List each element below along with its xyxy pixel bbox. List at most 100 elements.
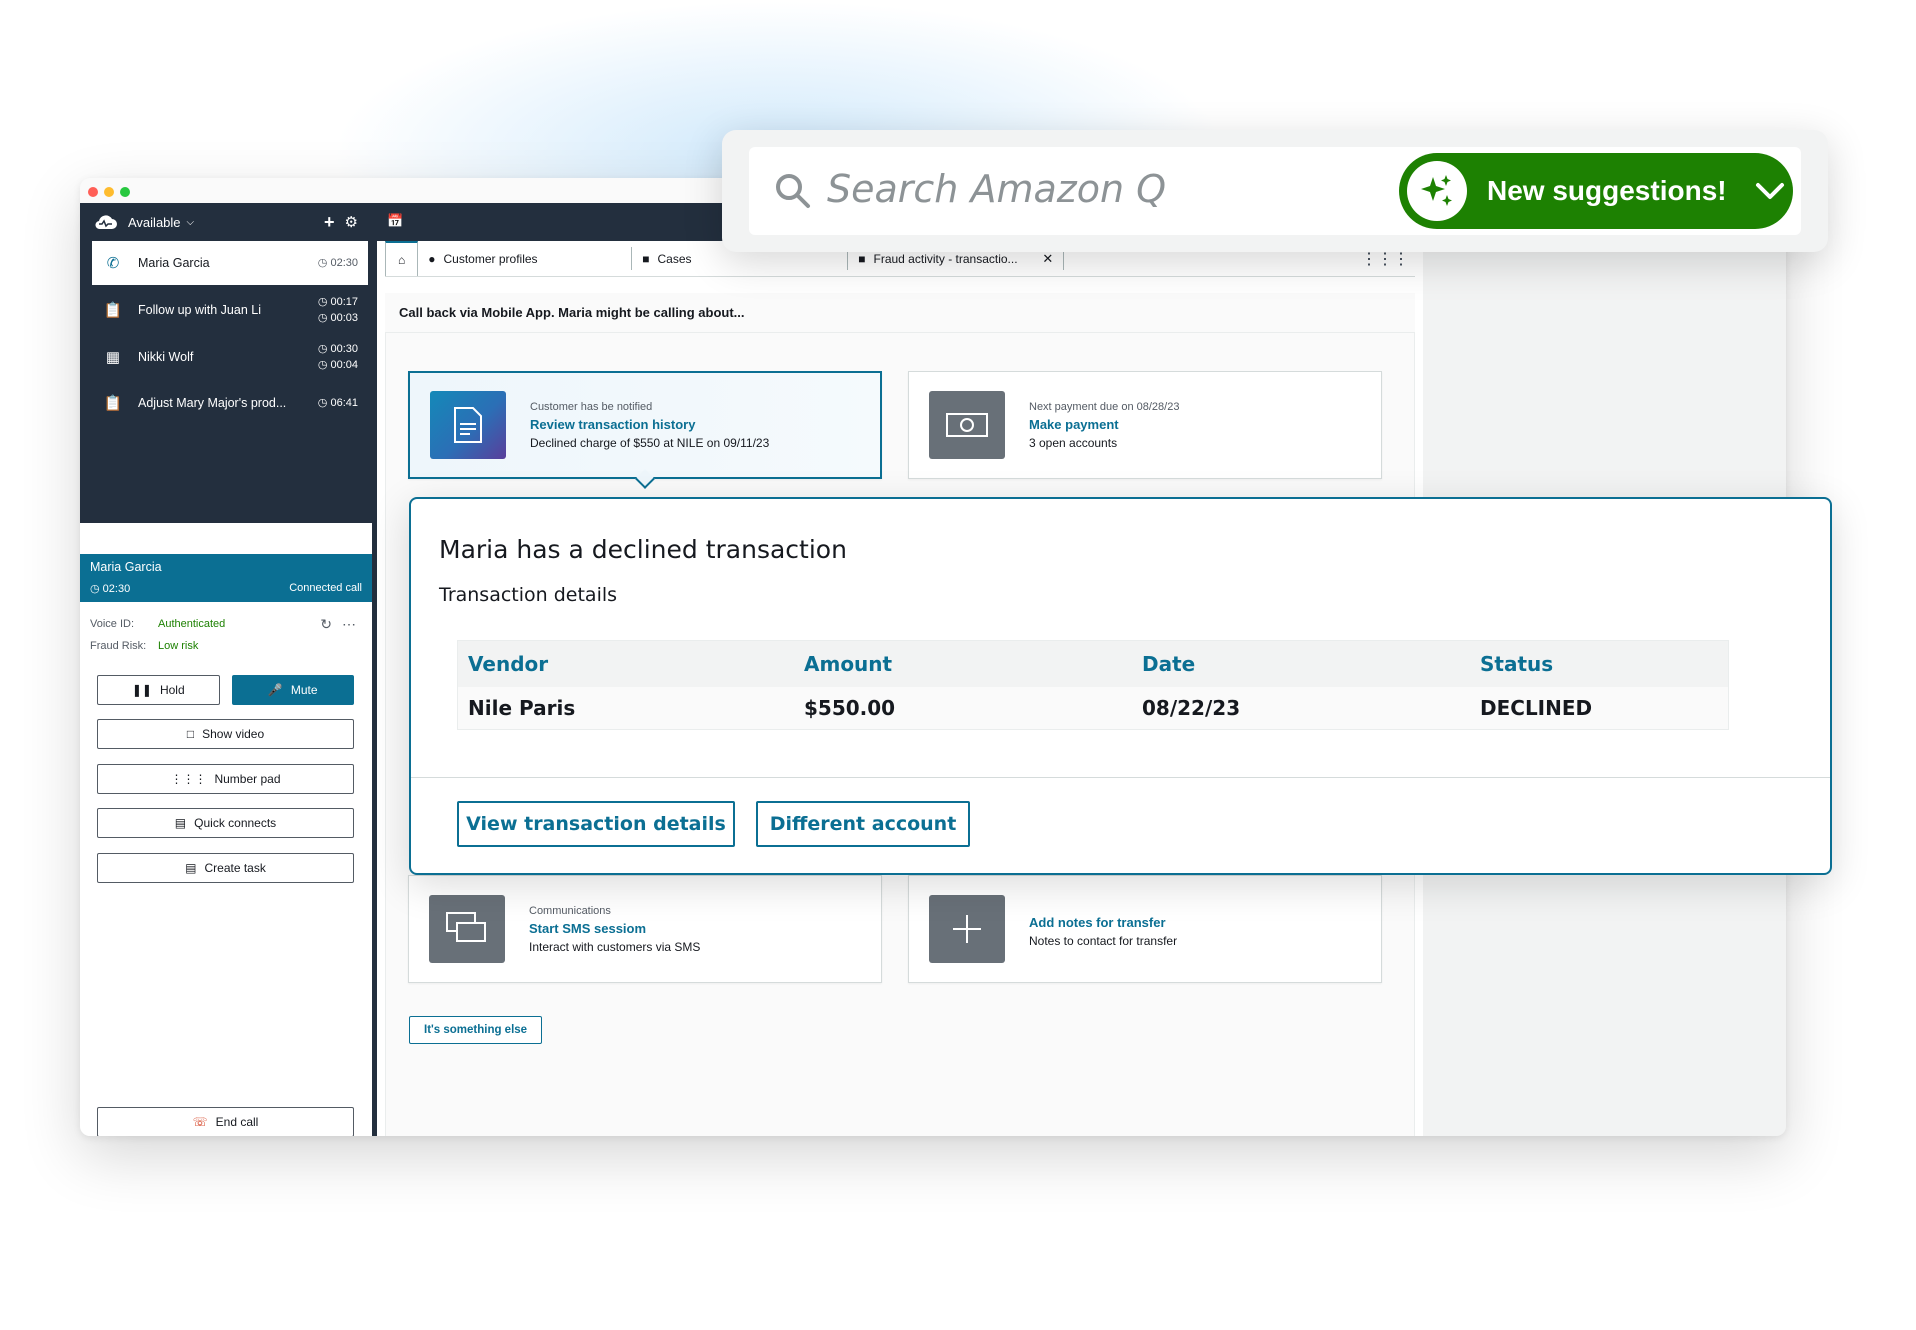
plus-icon <box>929 895 1005 963</box>
gear-icon[interactable]: ⚙ <box>345 213 358 231</box>
contact-sidebar: Available ⌵ + ⚙ ✆ Maria Garcia ◷ 02:30 📋… <box>80 203 372 1136</box>
briefcase-icon: ■ <box>642 251 650 266</box>
divider <box>411 777 1830 778</box>
maximize-window-button[interactable] <box>120 187 130 197</box>
card-make-payment[interactable]: Next payment due on 08/28/23 Make paymen… <box>908 371 1382 479</box>
show-video-label: Show video <box>202 727 265 741</box>
card-description: Declined charge of $550 at NILE on 09/11… <box>530 435 770 450</box>
add-icon[interactable]: + <box>324 212 335 233</box>
card-description: Interact with customers via SMS <box>529 939 701 954</box>
declined-transaction-card: Maria has a declined transaction Transac… <box>409 497 1832 875</box>
clipboard-icon: ▤ <box>185 861 197 875</box>
card-caption: Communications <box>529 904 611 917</box>
card-title-link[interactable]: Add notes for transfer <box>1029 915 1177 930</box>
contact-item-nikki-wolf[interactable]: ▦ Nikki Wolf ◷ 00:30 ◷ 00:04 <box>92 335 368 379</box>
search-placeholder: Search Amazon Q <box>827 167 1167 211</box>
table-row: Nile Paris $550.00 08/22/23 DECLINED <box>458 687 1728 729</box>
chevron-down-icon <box>1755 183 1784 199</box>
voice-id-panel: Voice ID: Authenticated ↻⋯ Fraud Risk: L… <box>90 613 366 657</box>
chevron-down-icon[interactable]: ⌵ <box>187 217 195 228</box>
contact-item-maria-garcia[interactable]: ✆ Maria Garcia ◷ 02:30 <box>92 241 368 285</box>
suggestions-header: Call back via Mobile App. Maria might be… <box>385 293 1415 333</box>
amazon-q-search-panel: Search Amazon Q New suggestions! <box>722 130 1828 252</box>
quick-connects-button[interactable]: ▤ Quick connects <box>97 808 354 838</box>
end-call-button[interactable]: ☏ End call <box>97 1107 354 1136</box>
agent-status-bar: Available ⌵ + ⚙ <box>80 203 372 241</box>
chat-icon: ▦ <box>105 349 121 366</box>
contact-timers: ◷ 06:41 <box>310 395 358 411</box>
card-title-link[interactable]: Make payment <box>1029 417 1179 432</box>
tab-home[interactable]: ⌂ <box>385 241 419 276</box>
contact-timer: 06:41 <box>330 397 358 409</box>
create-task-button[interactable]: ▤ Create task <box>97 853 354 883</box>
column-header-date: Date <box>1142 652 1196 676</box>
card-start-sms-session[interactable]: Communications Start SMS sessiom Interac… <box>408 875 882 983</box>
fraud-risk-value: Low risk <box>158 640 199 652</box>
card-add-notes-for-transfer[interactable]: Add notes for transfer Notes to contact … <box>908 875 1382 983</box>
card-title-link[interactable]: Review transaction history <box>530 417 769 432</box>
card-description: Notes to contact for transfer <box>1029 933 1178 948</box>
refresh-icon[interactable]: ↻ <box>320 616 342 632</box>
pause-icon: ❚❚ <box>131 683 152 697</box>
end-call-row: ☏ End call <box>97 1107 354 1136</box>
end-call-label: End call <box>215 1115 259 1129</box>
sparkle-icon <box>1407 161 1467 221</box>
create-task-label: Create task <box>204 861 266 875</box>
view-transaction-details-button[interactable]: View transaction details <box>457 801 735 847</box>
search-icon <box>776 174 810 208</box>
card-caption: Customer has be notified <box>530 400 653 413</box>
mute-button[interactable]: 🎤 Mute <box>231 675 354 705</box>
resize-handle[interactable] <box>200 545 248 549</box>
show-video-button[interactable]: □ Show video <box>97 719 354 749</box>
something-else-button[interactable]: It's something else <box>409 1016 543 1044</box>
caller-name: Maria Garcia <box>90 560 162 574</box>
voice-id-value: Authenticated <box>158 618 226 630</box>
clock-icon: ◷ <box>317 397 328 409</box>
clock-icon: ◷ <box>317 257 328 269</box>
calendar-icon[interactable]: 📅 <box>387 213 403 229</box>
document-icon <box>430 391 506 459</box>
hold-button[interactable]: ❚❚ Hold <box>97 675 220 705</box>
new-suggestions-button[interactable]: New suggestions! <box>1399 153 1793 229</box>
declined-subtitle: Transaction details <box>439 584 618 606</box>
create-task-row: ▤ Create task <box>97 853 354 883</box>
active-call-bar: Maria Garcia ◷ 02:30 Connected call <box>80 554 372 602</box>
chat-icon <box>429 895 505 963</box>
minimize-window-button[interactable] <box>104 187 114 197</box>
voice-id-label: Voice ID: <box>90 618 135 630</box>
contact-item-follow-up[interactable]: 📋 Follow up with Juan Li ◷ 00:17 ◷ 00:03 <box>92 288 368 332</box>
hold-label: Hold <box>159 683 185 697</box>
money-icon <box>929 391 1005 459</box>
briefcase-icon: ■ <box>858 251 866 266</box>
card-title-link[interactable]: Start SMS sessiom <box>529 921 700 936</box>
tab-customer-profiles[interactable]: ● Customer profiles <box>418 247 633 270</box>
user-circle-icon: ● <box>428 251 436 266</box>
contact-timers: ◷ 00:30 ◷ 00:04 <box>310 341 358 373</box>
stopwatch-icon: ◷ <box>317 312 331 324</box>
more-icon[interactable]: ⋯ <box>342 616 366 632</box>
mute-label: Mute <box>290 683 318 697</box>
video-off-icon: □ <box>186 727 195 741</box>
contact-list-panel: Available ⌵ + ⚙ ✆ Maria Garcia ◷ 02:30 📋… <box>80 203 372 523</box>
agent-status-dropdown[interactable]: Available <box>128 215 181 230</box>
contact-item-adjust-mary-major[interactable]: 📋 Adjust Mary Major's prod... ◷ 06:41 <box>92 381 368 425</box>
transaction-table: Vendor Amount Date Status Nile Paris $55… <box>457 640 1729 730</box>
search-input[interactable]: Search Amazon Q New suggestions! <box>749 147 1801 235</box>
contact-card-icon: ▤ <box>174 816 187 830</box>
table-header: Vendor Amount Date Status <box>458 641 1728 687</box>
home-icon: ⌂ <box>398 252 406 267</box>
column-header-vendor: Vendor <box>468 652 549 676</box>
tab-label: Cases <box>657 251 692 266</box>
close-window-button[interactable] <box>88 187 98 197</box>
column-header-amount: Amount <box>804 652 893 676</box>
different-account-button[interactable]: Different account <box>756 801 970 847</box>
keypad-icon: ⋮⋮⋮ <box>170 772 207 786</box>
card-review-transaction-history[interactable]: Customer has be notified Review transact… <box>408 371 882 479</box>
quick-connects-label: Quick connects <box>194 816 277 830</box>
clipboard-icon: 📋 <box>103 395 123 412</box>
contact-timers: ◷ 00:17 ◷ 00:03 <box>310 294 358 326</box>
close-icon[interactable]: ✕ <box>1042 251 1053 267</box>
number-pad-button[interactable]: ⋮⋮⋮ Number pad <box>97 764 354 794</box>
card-caption: Next payment due on 08/28/23 <box>1029 400 1180 413</box>
contact-name: Follow up with Juan Li <box>138 303 261 317</box>
